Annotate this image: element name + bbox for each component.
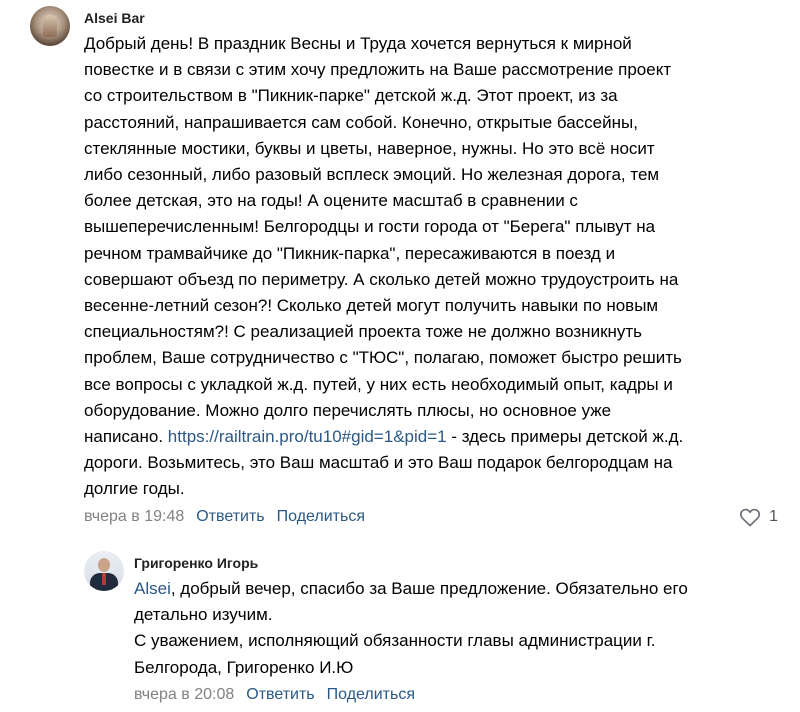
reply-button[interactable]: Ответить xyxy=(196,508,264,526)
comment-timestamp[interactable]: вчера в 19:48 xyxy=(84,508,184,526)
comment-author[interactable]: Alsei Bar xyxy=(84,10,145,26)
reply-mention[interactable]: Alsei xyxy=(134,579,171,598)
reply-reply-button[interactable]: Ответить xyxy=(246,686,314,704)
heart-outline-icon xyxy=(740,508,761,527)
like-button[interactable]: 1 xyxy=(739,507,778,527)
avatar-tie xyxy=(102,573,106,585)
share-button[interactable]: Поделиться xyxy=(277,508,365,526)
reply-avatar[interactable] xyxy=(84,551,124,591)
reply-author[interactable]: Григоренко Игорь xyxy=(134,555,258,571)
reply-text-body: , добрый вечер, спасибо за Ваше предложе… xyxy=(134,579,688,677)
avatar-head xyxy=(98,558,110,572)
reply-text: Alsei, добрый вечер, спасибо за Ваше пре… xyxy=(134,576,794,681)
comment-text: Добрый день! В праздник Весны и Труда хо… xyxy=(84,31,796,503)
comment-link[interactable]: https://railtrain.pro/tu10#gid=1&pid=1 xyxy=(168,427,447,446)
reply-share-button[interactable]: Поделиться xyxy=(327,686,415,704)
avatar[interactable] xyxy=(30,6,70,46)
like-count: 1 xyxy=(769,508,778,525)
comment-meta: вчера в 19:48 Ответить Поделиться xyxy=(84,508,365,526)
reply-meta: вчера в 20:08 Ответить Поделиться xyxy=(134,686,415,704)
comment-text-part1: Добрый день! В праздник Весны и Труда хо… xyxy=(84,34,682,447)
avatar-figure xyxy=(43,15,57,37)
reply-timestamp[interactable]: вчера в 20:08 xyxy=(134,686,234,704)
